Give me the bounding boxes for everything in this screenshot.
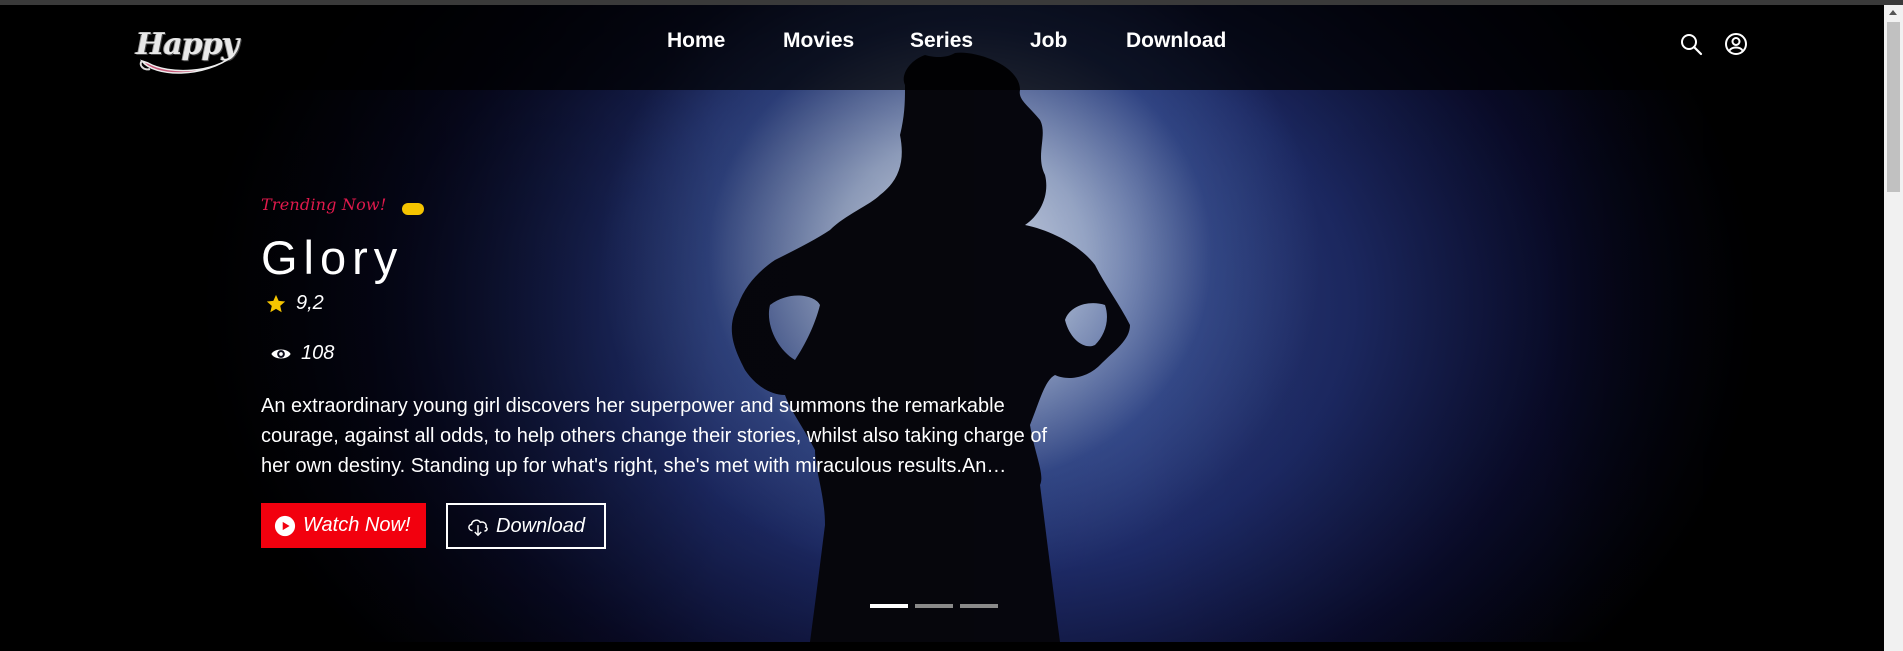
main-nav: Home Movies Series Job Download — [667, 29, 1236, 53]
nav-item-download[interactable]: Download — [1126, 29, 1236, 53]
brand-logo[interactable]: Happy — [134, 23, 239, 79]
watch-now-button[interactable]: Watch Now! — [261, 503, 426, 548]
trending-badge — [402, 203, 424, 215]
download-label: Download — [496, 514, 585, 537]
top-navbar: Happy Home Movies Series Job Download — [0, 5, 1884, 90]
trending-row: Trending Now! — [261, 195, 424, 219]
trending-tagline: Trending Now! — [261, 195, 387, 214]
nav-item-movies[interactable]: Movies — [783, 29, 910, 53]
star-icon — [266, 294, 286, 312]
movie-title: Glory — [261, 231, 404, 284]
carousel-dot-3[interactable] — [960, 604, 998, 608]
search-icon[interactable] — [1679, 32, 1703, 56]
eye-icon — [271, 349, 291, 358]
rating-value: 9,2 — [296, 292, 324, 314]
rating-row: 9,2 — [261, 292, 324, 315]
user-account-icon[interactable] — [1724, 32, 1748, 56]
carousel-dot-2[interactable] — [915, 604, 953, 608]
download-button[interactable]: Download — [446, 503, 606, 549]
carousel-indicators — [870, 604, 1005, 608]
scroll-up-arrow-icon[interactable] — [1889, 10, 1897, 15]
watch-now-label: Watch Now! — [303, 514, 411, 536]
logo-swoosh-graphic — [139, 54, 235, 74]
play-circle-icon — [274, 515, 296, 536]
movie-description: An extraordinary young girl discovers he… — [261, 395, 1048, 477]
views-count: 108 — [301, 342, 335, 364]
carousel-dot-1[interactable] — [870, 604, 908, 608]
views-row: 108 — [261, 342, 334, 365]
nav-item-series[interactable]: Series — [910, 29, 1030, 53]
page-scrollbar[interactable] — [1884, 5, 1903, 651]
nav-item-home[interactable]: Home — [667, 29, 783, 53]
cloud-download-icon — [468, 519, 488, 537]
scrollbar-thumb[interactable] — [1887, 22, 1900, 192]
nav-item-job[interactable]: Job — [1030, 29, 1126, 53]
